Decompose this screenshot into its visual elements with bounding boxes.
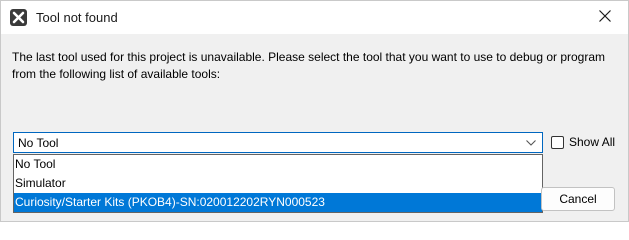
dropdown-option-curiosity-kit[interactable]: Curiosity/Starter Kits (PKOB4)-SN:020012… bbox=[14, 193, 542, 212]
show-all-label[interactable]: Show All bbox=[569, 135, 615, 149]
window-title: Tool not found bbox=[36, 10, 118, 25]
close-button[interactable] bbox=[582, 1, 628, 34]
tool-dropdown-list: No Tool Simulator Curiosity/Starter Kits… bbox=[13, 154, 543, 213]
tool-not-found-dialog: Tool not found The last tool used for th… bbox=[0, 0, 629, 222]
tool-select-value: No Tool bbox=[18, 135, 59, 150]
dialog-body: The last tool used for this project is u… bbox=[1, 34, 628, 221]
title-bar[interactable]: Tool not found bbox=[1, 1, 628, 34]
message-text: The last tool used for this project is u… bbox=[12, 50, 606, 81]
dropdown-option-no-tool[interactable]: No Tool bbox=[14, 155, 542, 174]
cancel-button[interactable]: Cancel bbox=[541, 187, 615, 211]
dropdown-option-simulator[interactable]: Simulator bbox=[14, 174, 542, 193]
close-icon bbox=[599, 10, 611, 25]
tool-select[interactable]: No Tool bbox=[13, 132, 543, 153]
show-all-checkbox-group[interactable]: Show All bbox=[551, 135, 615, 149]
chevron-down-icon[interactable] bbox=[520, 133, 542, 152]
show-all-checkbox[interactable] bbox=[551, 135, 564, 149]
app-logo-icon bbox=[10, 9, 27, 26]
